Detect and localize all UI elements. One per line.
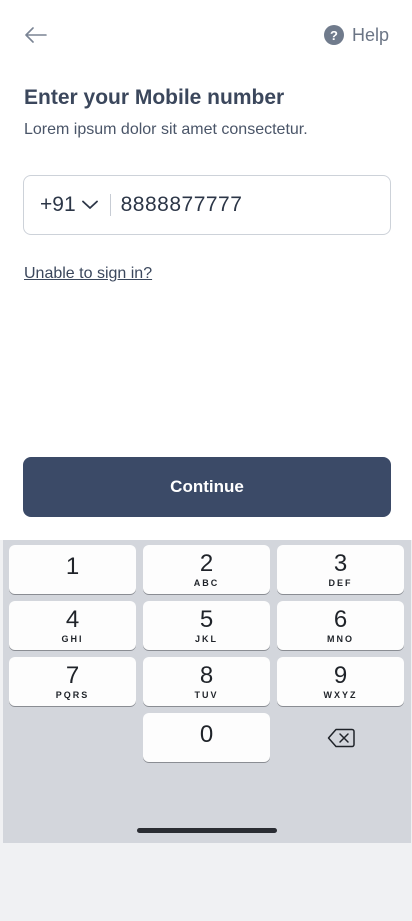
back-button[interactable]: [20, 20, 52, 50]
key-3[interactable]: 3 DEF: [277, 545, 404, 594]
key-letters: JKL: [194, 633, 218, 644]
key-letters: MNO: [327, 633, 354, 644]
key-digit: 9: [333, 661, 348, 689]
key-letters: TUV: [194, 689, 219, 700]
key-digit: 4: [65, 605, 80, 633]
field-divider: [109, 194, 111, 216]
key-digit: 2: [199, 549, 214, 577]
key-6[interactable]: 6 MNO: [277, 601, 404, 650]
home-indicator: [137, 828, 277, 833]
key-digit: 6: [333, 605, 348, 633]
key-digit: 0: [199, 720, 214, 748]
country-code-selector[interactable]: +91: [40, 193, 98, 217]
key-digit: 8: [199, 661, 214, 689]
key-8[interactable]: 8 TUV: [143, 657, 270, 706]
unable-to-sign-in-link[interactable]: Unable to sign in?: [24, 265, 152, 283]
key-2[interactable]: 2 ABC: [143, 545, 270, 594]
key-letters: ABC: [193, 577, 220, 588]
arrow-left-icon: [25, 27, 47, 43]
key-letters: DEF: [328, 577, 353, 588]
continue-button[interactable]: Continue: [23, 457, 391, 517]
top-bar: ? Help: [0, 0, 412, 70]
numeric-keypad: 1 2 ABC 3 DEF 4 GHI 5 JKL 6 MNO 7 PQRS 8…: [3, 540, 411, 843]
question-circle-icon: ?: [323, 25, 344, 45]
help-label: Help: [351, 24, 389, 45]
login-screen: ? Help Enter your Mobile number Lorem ip…: [0, 0, 412, 540]
key-7[interactable]: 7 PQRS: [9, 657, 136, 706]
key-5[interactable]: 5 JKL: [143, 601, 270, 650]
phone-number-field: +91: [23, 175, 391, 235]
key-letters: GHI: [61, 633, 84, 644]
key-digit: 1: [65, 552, 80, 580]
key-9[interactable]: 9 WXYZ: [277, 657, 404, 706]
chevron-down-icon: [81, 200, 98, 209]
key-digit: 5: [199, 605, 214, 633]
page-title: Enter your Mobile number: [24, 86, 285, 109]
mobile-number-input[interactable]: [120, 193, 341, 217]
country-code: +91: [40, 193, 76, 216]
backspace-icon: [327, 728, 355, 747]
page-subtitle: Lorem ipsum dolor sit amet consectetur.: [24, 121, 308, 138]
key-1[interactable]: 1: [9, 545, 136, 594]
key-4[interactable]: 4 GHI: [9, 601, 136, 650]
key-letters: WXYZ: [323, 689, 358, 700]
help-button[interactable]: ? Help: [323, 23, 389, 47]
key-0[interactable]: 0: [143, 713, 270, 762]
key-digit: 3: [333, 549, 348, 577]
backspace-key[interactable]: [277, 713, 404, 762]
key-letters: PQRS: [55, 689, 90, 700]
key-digit: 7: [65, 661, 80, 689]
